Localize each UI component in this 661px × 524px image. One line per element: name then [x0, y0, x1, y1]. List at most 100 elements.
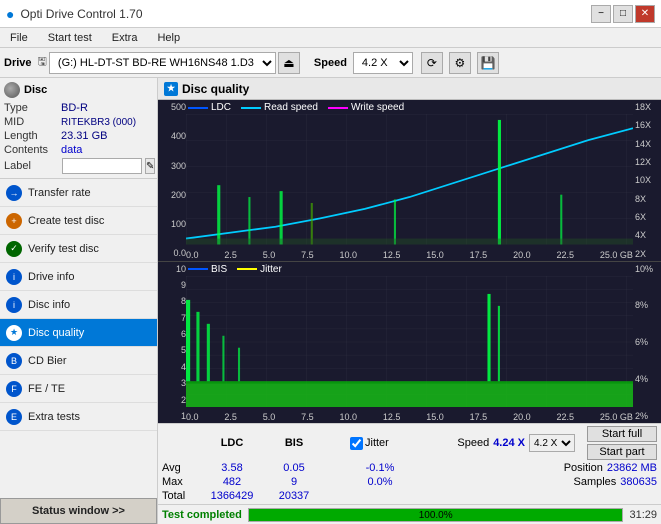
sidebar-item-create-test-disc[interactable]: + Create test disc [0, 207, 157, 235]
content-area: ★ Disc quality LDC Read speed [158, 78, 661, 524]
app-icon: ● [6, 6, 14, 22]
stats-avg-row: Avg 3.58 0.05 -0.1% Position 23862 MB [162, 462, 657, 474]
status-window-button[interactable]: Status window >> [0, 498, 157, 524]
sidebar-item-fe-te[interactable]: F FE / TE [0, 375, 157, 403]
upper-chart-svg [186, 114, 633, 245]
speed-select-stats[interactable]: 4.2 X [529, 434, 575, 452]
maximize-button[interactable]: □ [613, 5, 633, 23]
contents-value: data [61, 144, 153, 156]
status-text: Test completed [162, 509, 242, 521]
start-buttons: Start full Start part [587, 426, 657, 460]
jitter-legend: Jitter [237, 264, 282, 275]
jitter-checkbox[interactable] [350, 437, 363, 450]
stats-total-row: Total 1366429 20337 [162, 490, 657, 502]
disc-quality-icon: ★ [6, 325, 22, 341]
lower-x-axis: 0.02.55.07.510.012.515.017.520.022.525.0… [186, 412, 633, 423]
minimize-button[interactable]: − [591, 5, 611, 23]
bis-color [188, 268, 208, 270]
speed-label: Speed [314, 57, 347, 69]
content-header: ★ Disc quality [158, 78, 661, 100]
sidebar: Disc Type BD-R MID RITEKBR3 (000) Length… [0, 78, 158, 524]
sidebar-item-verify-test-disc[interactable]: ✓ Verify test disc [0, 235, 157, 263]
sidebar-item-disc-quality[interactable]: ★ Disc quality [0, 319, 157, 347]
close-button[interactable]: ✕ [635, 5, 655, 23]
speed-value: 4.24 X [493, 437, 525, 449]
position-value: 23862 MB [607, 462, 657, 474]
start-full-button[interactable]: Start full [587, 426, 657, 442]
mid-label: MID [4, 116, 59, 128]
ldc-col-header: LDC [204, 437, 260, 449]
disc-quality-header-icon: ★ [164, 82, 178, 96]
progress-percent-text: 100.0% [249, 509, 623, 523]
write-speed-color [328, 107, 348, 109]
menu-file[interactable]: File [4, 31, 34, 45]
lower-chart-svg [186, 276, 633, 408]
save-button[interactable]: 💾 [477, 52, 499, 74]
contents-label: Contents [4, 144, 59, 156]
scan-button[interactable]: ⟳ [421, 52, 443, 74]
drive-label: Drive [4, 57, 32, 69]
label-edit-button[interactable]: ✎ [145, 158, 155, 174]
menu-extra[interactable]: Extra [106, 31, 144, 45]
sidebar-item-disc-info[interactable]: i Disc info [0, 291, 157, 319]
cd-bier-icon: B [6, 353, 22, 369]
stats-max-row: Max 482 9 0.0% Samples 380635 [162, 476, 657, 488]
position-group: Position 23862 MB [564, 462, 657, 474]
drive-select[interactable]: (G:) HL-DT-ST BD-RE WH16NS48 1.D3 [49, 52, 276, 74]
eject-button[interactable]: ⏏ [278, 52, 300, 74]
start-part-button[interactable]: Start part [587, 444, 657, 460]
disc-header-label: Disc [24, 84, 47, 96]
total-bis: 20337 [266, 490, 322, 502]
lower-chart: BIS Jitter 10987654321 10%8%6%4%2% [158, 262, 661, 424]
max-jitter: 0.0% [350, 476, 410, 488]
sidebar-item-drive-info[interactable]: i Drive info [0, 263, 157, 291]
menu-help[interactable]: Help [151, 31, 186, 45]
lower-y-left: 10987654321 [158, 262, 186, 424]
upper-x-axis: 0.02.55.07.510.012.515.017.520.022.525.0… [186, 250, 633, 261]
stats-header-row: LDC BIS Jitter Speed 4.24 X 4.2 X Start … [162, 426, 657, 460]
speed-header-label: Speed [457, 437, 489, 449]
total-label: Total [162, 490, 198, 502]
ldc-legend: LDC [188, 102, 231, 113]
total-ldc: 1366429 [204, 490, 260, 502]
disc-icon [4, 82, 20, 98]
progress-bar-container: 100.0% [248, 508, 624, 522]
options-button[interactable]: ⚙ [449, 52, 471, 74]
ldc-color [188, 107, 208, 109]
avg-label: Avg [162, 462, 198, 474]
disc-panel: Disc Type BD-R MID RITEKBR3 (000) Length… [0, 78, 157, 179]
length-label: Length [4, 130, 59, 142]
extra-tests-icon: E [6, 409, 22, 425]
upper-legend: LDC Read speed Write speed [188, 102, 404, 113]
transfer-rate-icon: → [6, 185, 22, 201]
lower-y-right: 10%8%6%4%2% [633, 262, 661, 424]
sidebar-item-transfer-rate[interactable]: → Transfer rate [0, 179, 157, 207]
write-speed-legend: Write speed [328, 102, 404, 113]
create-test-icon: + [6, 213, 22, 229]
mid-value: RITEKBR3 (000) [61, 117, 153, 128]
lower-legend: BIS Jitter [188, 264, 282, 275]
label-input[interactable] [62, 158, 142, 174]
position-label: Position [564, 462, 603, 474]
time-text: 31:29 [629, 509, 657, 521]
bis-col-header: BIS [266, 437, 322, 449]
avg-bis: 0.05 [266, 462, 322, 474]
speed-select[interactable]: 4.2 X [353, 52, 413, 74]
length-value: 23.31 GB [61, 130, 153, 142]
sidebar-item-cd-bier[interactable]: B CD Bier [0, 347, 157, 375]
avg-jitter: -0.1% [350, 462, 410, 474]
jitter-col-header: Jitter [365, 437, 389, 449]
stats-area: LDC BIS Jitter Speed 4.24 X 4.2 X Start … [158, 423, 661, 504]
type-value: BD-R [61, 102, 153, 114]
read-speed-color [241, 107, 261, 109]
titlebar: ● Opti Drive Control 1.70 − □ ✕ [0, 0, 661, 28]
sidebar-item-extra-tests[interactable]: E Extra tests [0, 403, 157, 431]
drive-info-icon: i [6, 269, 22, 285]
samples-value: 380635 [620, 476, 657, 488]
menu-starttest[interactable]: Start test [42, 31, 98, 45]
fe-te-icon: F [6, 381, 22, 397]
upper-y-right: 18X16X14X12X10X8X6X4X2X [633, 100, 661, 261]
charts-container: LDC Read speed Write speed 5004003002001… [158, 100, 661, 423]
content-title: Disc quality [182, 82, 249, 96]
max-label: Max [162, 476, 198, 488]
